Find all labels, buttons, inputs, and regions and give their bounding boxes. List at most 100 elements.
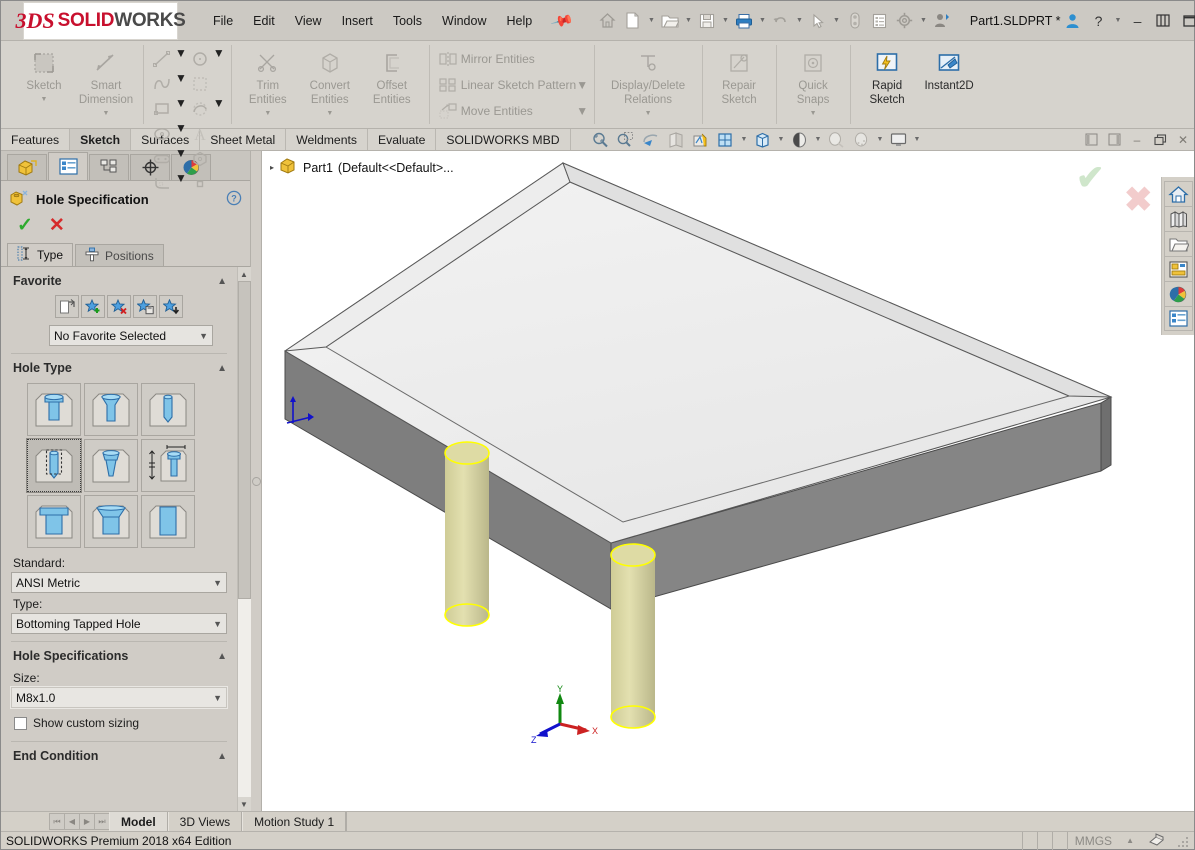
instant2d-button[interactable]: Instant2D <box>918 43 980 92</box>
minimize-button[interactable]: – <box>1125 8 1149 34</box>
slot-tool[interactable] <box>149 146 175 171</box>
load-favorite-button[interactable] <box>159 295 183 318</box>
graphics-area[interactable]: ▸ Part1 (Default<<Default>... ✔ ✖ Y X Z <box>262 151 1194 811</box>
arc-dropdown-caret[interactable]: ▼ <box>213 96 225 121</box>
menu-item-tools[interactable]: Tools <box>384 10 431 32</box>
counterbore-slot-icon[interactable] <box>27 495 81 548</box>
counterbore-icon[interactable] <box>27 383 81 436</box>
rebuild-icon[interactable] <box>843 8 867 34</box>
print-icon[interactable] <box>732 8 756 34</box>
menu-item-edit[interactable]: Edit <box>244 10 284 32</box>
minimize-document-button[interactable]: – <box>1126 129 1148 150</box>
scrollbar-thumb[interactable] <box>237 281 251 599</box>
ellipse-dropdown-caret[interactable]: ▼ <box>175 121 187 146</box>
tab-evaluate[interactable]: Evaluate <box>368 129 437 150</box>
file-explorer-icon[interactable] <box>1163 231 1193 256</box>
hole-icon[interactable] <box>141 383 195 436</box>
menu-item-insert[interactable]: Insert <box>333 10 382 32</box>
linear-pattern-dropdown-caret[interactable]: ▼ <box>576 78 588 92</box>
view-settings-dropdown-caret[interactable]: ▼ <box>875 136 886 143</box>
polygon-tool[interactable] <box>187 146 213 171</box>
slot-dropdown-caret[interactable]: ▼ <box>175 146 187 171</box>
display-style-dropdown-caret[interactable]: ▼ <box>739 136 750 143</box>
menu-item-view[interactable]: View <box>286 10 331 32</box>
nav-previous-button[interactable]: ◀ <box>64 813 80 830</box>
tab-sketch[interactable]: Sketch <box>70 129 132 150</box>
open-folder-icon[interactable] <box>658 8 682 34</box>
hole-preview-1[interactable] <box>444 441 490 627</box>
type-select[interactable]: Bottoming Tapped Hole ▼ <box>11 613 227 634</box>
close-document-button[interactable]: ✕ <box>1172 129 1194 150</box>
tapered-tap-icon[interactable] <box>84 439 138 492</box>
add-favorite-button[interactable] <box>81 295 105 318</box>
splitter-handle[interactable] <box>251 476 261 486</box>
custom-properties-icon[interactable] <box>1163 306 1193 331</box>
spline-dropdown-caret[interactable]: ▼ <box>175 71 187 96</box>
confirm-cancel-icon[interactable]: ✖ <box>1124 183 1153 217</box>
bottom-tab-3d-views[interactable]: 3D Views <box>167 812 243 831</box>
line-dropdown-caret[interactable]: ▼ <box>175 46 187 71</box>
offset-entities-button[interactable]: Offset Entities <box>361 43 423 106</box>
legacy-hole-icon[interactable] <box>141 439 195 492</box>
circle-dropdown-caret[interactable]: ▼ <box>213 46 225 71</box>
design-library-icon[interactable] <box>1163 206 1193 231</box>
ok-button[interactable]: ✓ <box>17 216 33 235</box>
standard-select[interactable]: ANSI Metric ▼ <box>11 572 227 593</box>
rectangle-tool[interactable] <box>149 96 175 121</box>
undo-dropdown-caret[interactable]: ▼ <box>794 17 805 24</box>
nav-next-button[interactable]: ▶ <box>79 813 95 830</box>
property-manager-scrollbar[interactable]: ▲ ▼ <box>237 267 251 811</box>
straight-tap-icon[interactable] <box>26 438 82 493</box>
tab-solidworks-mbd[interactable]: SOLIDWORKS MBD <box>436 129 571 150</box>
save-icon[interactable] <box>695 8 719 34</box>
maximize-button[interactable] <box>1177 8 1195 34</box>
mirror-entities-button[interactable]: Mirror Entities <box>435 46 588 72</box>
hide-show-items-icon[interactable] <box>751 129 775 150</box>
polygon-arc-tool[interactable] <box>187 96 213 121</box>
smart-dimension-dropdown-caret[interactable]: ▼ <box>103 110 110 117</box>
move-entities-button[interactable]: Move Entities ▼ <box>435 98 588 124</box>
file-properties-icon[interactable] <box>868 8 892 34</box>
configuration-manager-tab[interactable] <box>89 154 129 180</box>
select-dropdown-caret[interactable]: ▼ <box>831 17 842 24</box>
countersink-slot-icon[interactable] <box>84 495 138 548</box>
view-settings-icon[interactable] <box>850 129 874 150</box>
new-document-dropdown-caret[interactable]: ▼ <box>646 17 657 24</box>
account-icon[interactable] <box>1060 8 1084 34</box>
resize-grip[interactable] <box>1177 833 1191 848</box>
options-dropdown-caret[interactable]: ▼ <box>918 17 929 24</box>
display-delete-relations-button[interactable]: Display/Delete Relations ▼ <box>600 43 696 117</box>
view-orientation-icon[interactable] <box>689 129 713 150</box>
text-tool[interactable]: A <box>187 121 213 146</box>
favorite-select[interactable]: No Favorite Selected ▼ <box>49 325 213 346</box>
open-dropdown-caret[interactable]: ▼ <box>683 17 694 24</box>
chevron-up-icon[interactable]: ▲ <box>217 651 227 662</box>
zoom-to-area-icon[interactable] <box>614 129 638 150</box>
user-profile-icon[interactable] <box>930 8 954 34</box>
appearances-scenes-icon[interactable] <box>1163 281 1193 306</box>
relations-dropdown-caret[interactable]: ▼ <box>645 110 652 117</box>
apply-defaults-favorite-button[interactable] <box>55 295 79 318</box>
restore-button[interactable] <box>1151 8 1175 34</box>
nav-last-button[interactable]: ⏭ <box>94 813 110 830</box>
show-custom-sizing-checkbox[interactable] <box>14 716 27 730</box>
tile-right-icon[interactable] <box>1103 129 1125 150</box>
options-gear-icon[interactable] <box>893 8 917 34</box>
new-document-icon[interactable] <box>621 8 645 34</box>
spline-tool[interactable] <box>149 71 175 96</box>
confirm-ok-icon[interactable]: ✔ <box>1076 161 1105 195</box>
chevron-up-icon[interactable]: ▲ <box>217 276 227 287</box>
cancel-button[interactable]: ✕ <box>49 216 65 235</box>
chevron-up-icon[interactable]: ▲ <box>217 363 227 374</box>
help-question-icon[interactable]: ? <box>1086 8 1110 34</box>
help-dropdown-caret[interactable]: ▼ <box>1112 17 1123 24</box>
circle-tool[interactable] <box>187 46 213 71</box>
menu-item-help[interactable]: Help <box>498 10 542 32</box>
feature-manager-tab[interactable] <box>7 154 47 180</box>
expand-triangle-icon[interactable]: ▸ <box>270 163 274 172</box>
rapid-sketch-button[interactable]: Rapid Sketch <box>856 43 918 106</box>
tile-left-icon[interactable] <box>1080 129 1102 150</box>
tab-positions[interactable]: Positions <box>75 244 164 266</box>
apply-scene-icon[interactable] <box>825 129 849 150</box>
fillet-tool[interactable] <box>149 171 175 196</box>
